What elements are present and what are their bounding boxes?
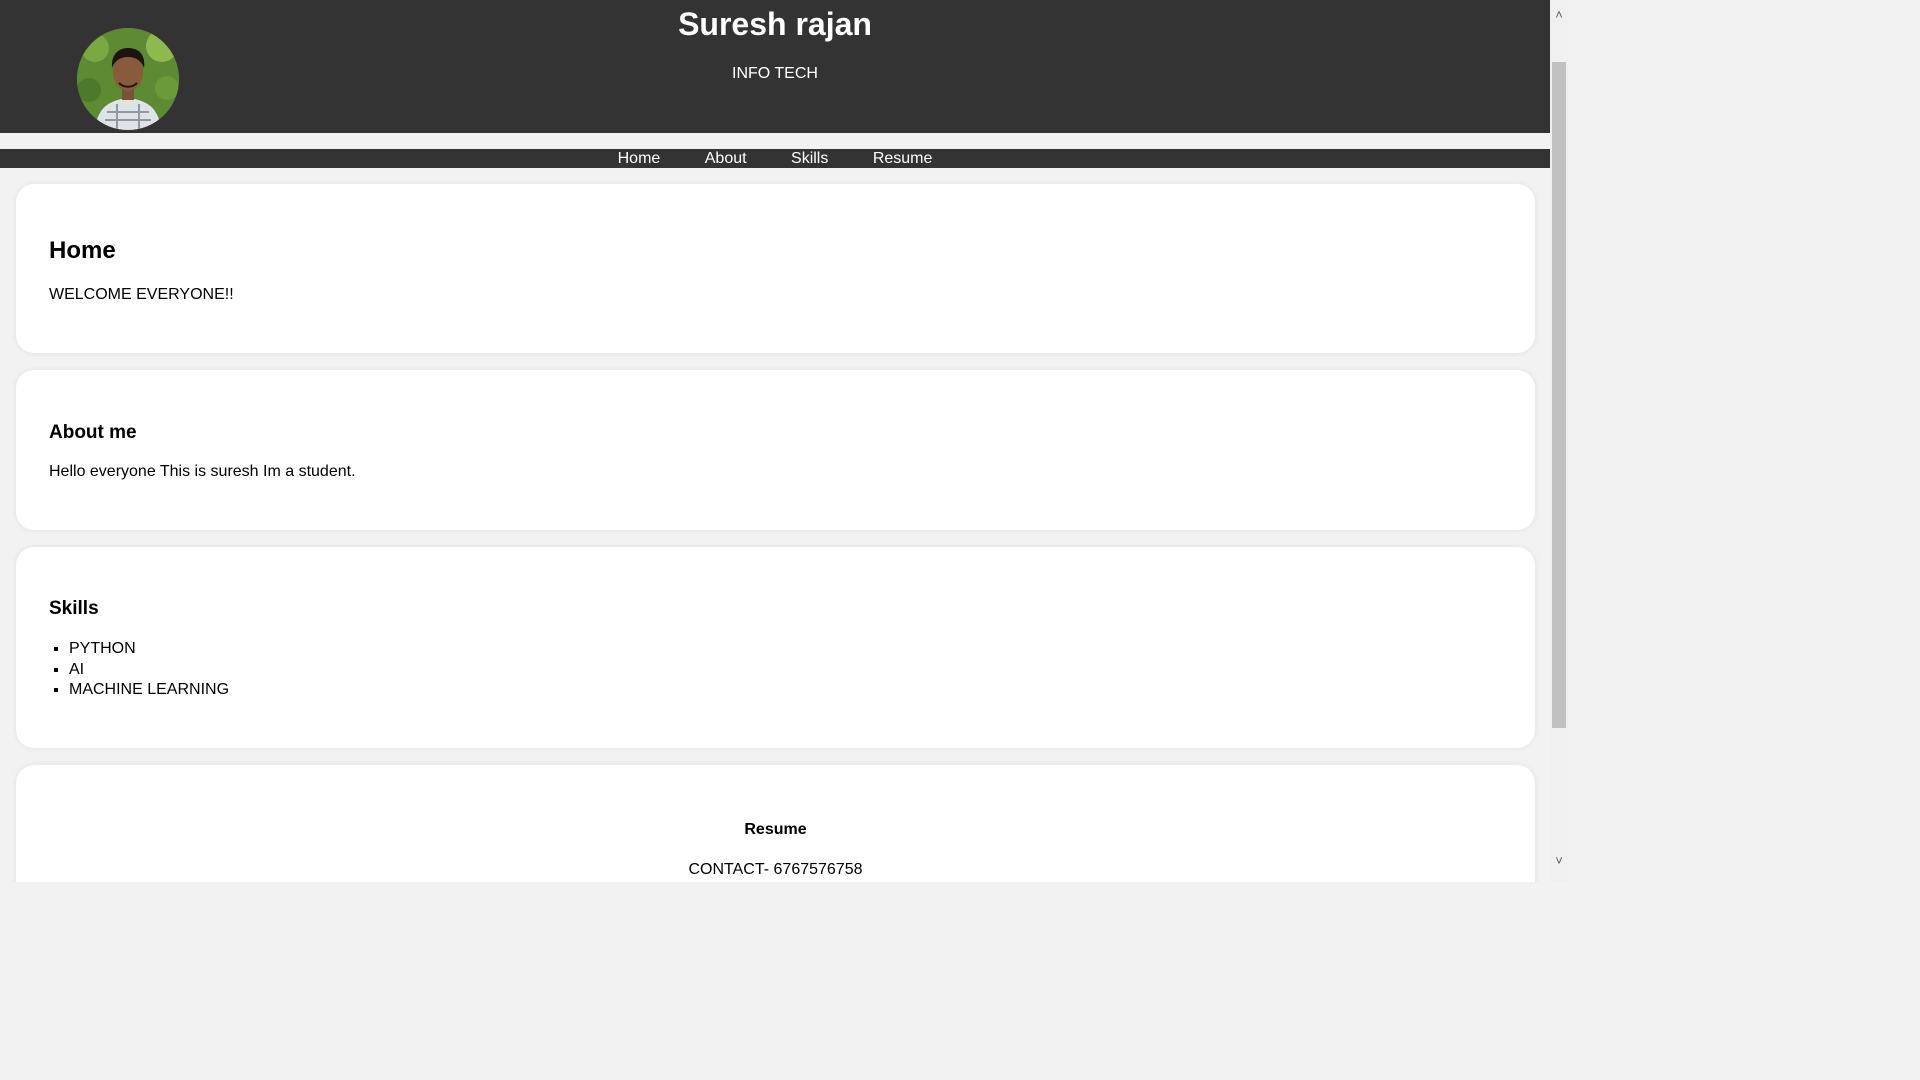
site-subtitle: INFO TECH (732, 65, 818, 82)
skill-item: PYTHON (69, 639, 229, 660)
home-heading: Home (49, 237, 116, 264)
skill-item: AI (69, 660, 229, 681)
skills-heading: Skills (49, 598, 99, 619)
portfolio-page: Suresh rajan INFO TECH Home About Skills… (0, 0, 1550, 882)
skill-item: MACHINE LEARNING (69, 680, 229, 701)
about-section: About me Hello everyone This is suresh I… (16, 370, 1535, 530)
nav-link-resume[interactable]: Resume (873, 150, 933, 167)
resume-section: Resume CONTACT- 6767576758 (16, 765, 1535, 882)
site-title: Suresh rajan (678, 6, 872, 42)
vertical-scrollbar[interactable]: ˄ ˅ (1550, 0, 1568, 882)
navbar: Home About Skills Resume (0, 149, 1550, 168)
site-header: Suresh rajan INFO TECH (0, 0, 1550, 133)
contact-text: CONTACT- 6767576758 (688, 861, 863, 878)
nav-link-home[interactable]: Home (618, 150, 661, 167)
chevron-up-icon[interactable]: ˄ (1550, 6, 1568, 24)
scrollbar-thumb[interactable] (1552, 62, 1566, 728)
about-text: Hello everyone This is suresh Im a stude… (49, 463, 356, 480)
nav-link-about[interactable]: About (705, 150, 747, 167)
skills-list: PYTHON AI MACHINE LEARNING (69, 639, 229, 701)
nav-link-skills[interactable]: Skills (791, 150, 828, 167)
browser-viewport: Suresh rajan INFO TECH Home About Skills… (0, 0, 1568, 882)
resume-heading: Resume (744, 821, 807, 838)
welcome-text: WELCOME EVERYONE!! (49, 286, 234, 303)
home-section: Home WELCOME EVERYONE!! (16, 184, 1535, 353)
skills-section: Skills PYTHON AI MACHINE LEARNING (16, 547, 1535, 748)
about-heading: About me (49, 422, 137, 443)
chevron-down-icon[interactable]: ˅ (1550, 852, 1568, 870)
